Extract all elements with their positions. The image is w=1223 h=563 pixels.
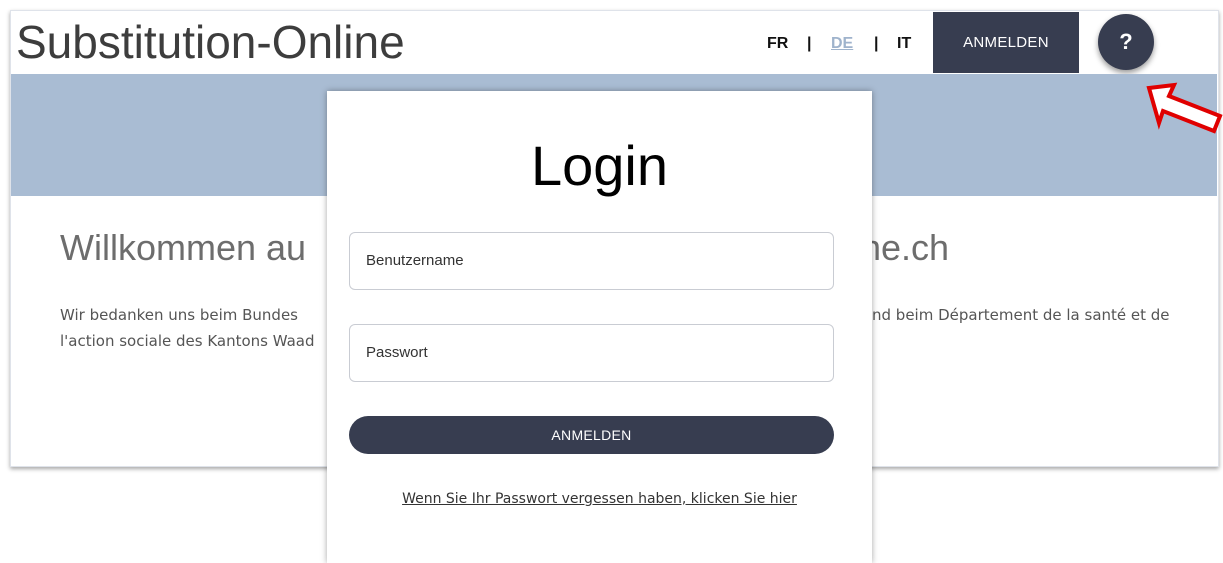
username-input[interactable] [350, 233, 806, 287]
annotation-arrow-icon [1146, 82, 1223, 134]
help-button[interactable]: ? [1098, 14, 1154, 70]
login-title: Login [530, 134, 669, 197]
login-submit-button[interactable]: ANMELDEN [349, 416, 834, 454]
header-login-button[interactable]: ANMELDEN [933, 12, 1079, 73]
welcome-heading-end: ne.ch [861, 227, 950, 268]
username-field[interactable] [349, 232, 834, 290]
site-title[interactable]: Substitution-Online [16, 14, 405, 70]
question-mark-icon: ? [1119, 29, 1133, 54]
language-fr[interactable]: FR [767, 33, 788, 55]
password-input[interactable] [350, 325, 806, 379]
language-separator: | [807, 35, 812, 52]
language-it[interactable]: IT [897, 33, 911, 55]
language-separator: | [874, 35, 879, 52]
forgot-password-link[interactable]: Wenn Sie Ihr Passwort vergessen haben, k… [327, 491, 872, 507]
intro-text-line1-end: nd beim Département de la santé et de [872, 306, 1170, 324]
language-de[interactable]: DE [831, 33, 853, 55]
login-modal: Login ANMELDEN Wenn Sie Ihr Passwort ver… [327, 91, 872, 563]
intro-text-line1-start: Wir bedanken uns beim Bundes [60, 306, 298, 324]
intro-text-line2: l'action sociale des Kantons Waad [60, 332, 315, 350]
password-field[interactable] [349, 324, 834, 382]
welcome-heading: Willkommen au [60, 227, 307, 268]
